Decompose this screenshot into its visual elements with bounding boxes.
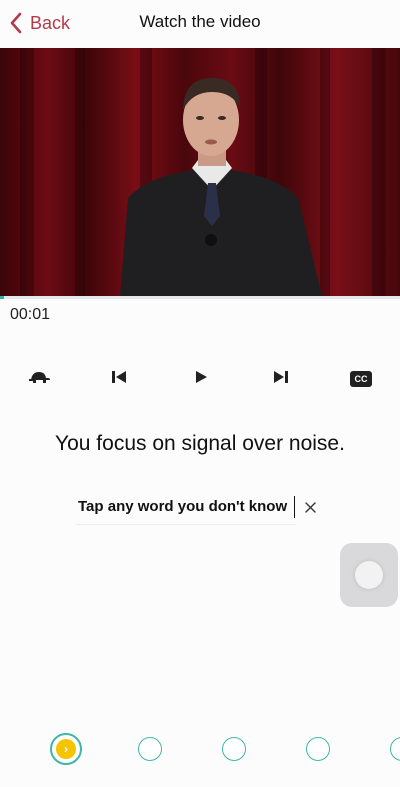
text-caret (294, 496, 295, 518)
captions-button[interactable]: CC (346, 364, 376, 394)
slow-speed-button[interactable] (24, 364, 54, 394)
subtitle-sentence[interactable]: You focus on signal over noise. (0, 432, 400, 456)
next-icon (272, 369, 290, 390)
playback-controls: CC (0, 364, 400, 394)
assistive-touch-icon (355, 561, 383, 589)
previous-icon (110, 369, 128, 390)
assistive-touch-button[interactable] (340, 543, 398, 607)
hint-field: Tap any word you don't know (76, 496, 296, 525)
hint-text: Tap any word you don't know (78, 498, 288, 515)
step-dot[interactable] (306, 737, 330, 761)
video-frame (20, 48, 386, 296)
current-time: 00:01 (10, 306, 51, 323)
step-dot-active[interactable]: › (50, 733, 82, 765)
previous-button[interactable] (104, 364, 134, 394)
video-progress-fill (0, 296, 4, 299)
page-title: Watch the video (139, 12, 261, 31)
next-button[interactable] (266, 364, 296, 394)
play-icon (193, 369, 209, 390)
step-dot[interactable] (222, 737, 246, 761)
chevron-right-icon: › (56, 739, 76, 759)
play-button[interactable] (186, 364, 216, 394)
turtle-icon (27, 368, 51, 391)
video-progress-bar[interactable] (0, 296, 400, 299)
captions-label: CC (354, 374, 368, 384)
step-pagination: › (0, 733, 400, 767)
step-dot[interactable] (138, 737, 162, 761)
captions-icon: CC (350, 371, 372, 387)
close-icon (302, 502, 320, 520)
video-player[interactable] (0, 48, 400, 296)
step-dot[interactable] (390, 737, 400, 761)
top-bar: Back Watch the video (0, 0, 400, 48)
close-hint-button[interactable] (302, 498, 320, 516)
